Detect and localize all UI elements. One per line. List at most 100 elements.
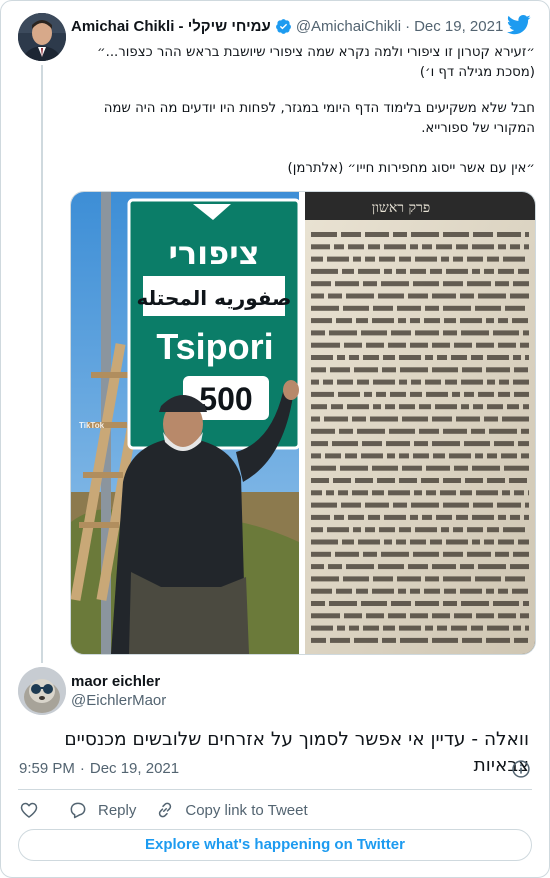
print-line-segment: [311, 416, 320, 422]
quoted-tweet-line-4: חבל שלא משקיעים בלימוד הדף היומי במגזר, …: [103, 101, 535, 116]
sign-latin-text: Tsipori: [156, 326, 273, 367]
print-line-segment: [373, 404, 381, 410]
print-line-segment: [311, 502, 337, 508]
print-line-segment: [413, 551, 439, 557]
print-line-segment: [411, 379, 421, 385]
print-line-segment: [373, 379, 395, 385]
print-line-segment: [524, 514, 529, 520]
print-line-segment: [352, 416, 366, 422]
reply-date[interactable]: Dec 19, 2021: [90, 760, 179, 777]
print-line-segment: [311, 441, 328, 447]
print-line-segment: [372, 318, 394, 324]
print-line-segment: [330, 367, 350, 373]
reply-author-handle[interactable]: @EichlerMaor: [71, 692, 166, 709]
print-line-segment: [384, 539, 392, 545]
print-line-segment: [512, 318, 528, 324]
print-line-segment: [379, 256, 395, 262]
print-line-segment: [476, 490, 498, 496]
print-line-segment: [311, 379, 319, 385]
print-line-segment: [419, 404, 431, 410]
print-line-segment: [493, 330, 519, 336]
print-line-segment: [402, 416, 428, 422]
print-line-segment: [373, 305, 393, 311]
print-line-segment: [311, 453, 321, 459]
quoted-author-name[interactable]: Amichai Chikli - עמיחי שיקלי: [71, 18, 271, 35]
copy-link-button[interactable]: Copy link to Tweet: [155, 800, 308, 820]
print-line-segment: [402, 465, 422, 471]
print-line-segment: [311, 601, 325, 606]
print-line-segment: [472, 539, 480, 545]
print-line-segment: [400, 637, 428, 643]
tweet-media-collage[interactable]: ציפורי صفوريه المحتله Tsipori 500 TikTok…: [70, 191, 536, 655]
print-line-segment: [382, 637, 396, 643]
print-line-segment: [332, 441, 358, 447]
quoted-author-handle[interactable]: @AmichaiChikli: [296, 18, 401, 35]
print-line-segment: [475, 576, 501, 582]
print-line-segment: [335, 281, 359, 287]
print-line-segment: [460, 293, 474, 299]
print-line-segment: [408, 293, 428, 299]
print-line-segment: [388, 490, 410, 496]
reply-author-avatar[interactable]: [18, 667, 66, 715]
media-illustration: ציפורי صفوريه المحتله Tsipori 500 TikTok…: [71, 192, 535, 654]
reply-timestamp[interactable]: 9:59 PM · Dec 19, 2021: [19, 760, 179, 777]
print-line-segment: [331, 404, 343, 410]
print-line-segment: [430, 539, 442, 545]
info-icon[interactable]: [511, 759, 531, 779]
print-line-segment: [487, 404, 503, 410]
print-line-segment: [432, 637, 458, 643]
print-line-segment: [410, 342, 428, 348]
print-line-segment: [415, 527, 437, 533]
print-line-segment: [443, 478, 461, 483]
print-line-segment: [389, 428, 415, 434]
print-line-segment: [502, 416, 529, 422]
print-line-segment: [498, 588, 508, 594]
print-line-segment: [444, 318, 456, 324]
sign-photo: ציפורי صفوريه المحتله Tsipori 500 TikTok: [71, 192, 301, 654]
quoted-author-avatar[interactable]: [18, 13, 66, 61]
print-line-segment: [340, 465, 368, 471]
print-line-segment: [354, 367, 378, 373]
print-line-segment: [379, 527, 395, 533]
print-line-segment: [443, 428, 467, 434]
print-line-segment: [398, 588, 406, 594]
print-line-segment: [443, 232, 469, 237]
print-line-segment: [514, 637, 528, 643]
separator-dot: ·: [79, 760, 85, 777]
print-line-segment: [399, 256, 411, 262]
print-line-segment: [497, 232, 521, 237]
print-line-segment: [311, 478, 329, 483]
print-line-segment: [311, 342, 340, 348]
explore-twitter-button[interactable]: Explore what's happening on Twitter: [18, 829, 532, 861]
print-line-segment: [378, 293, 404, 299]
print-line-segment: [525, 355, 529, 360]
print-line-segment: [365, 527, 375, 533]
print-line-segment: [357, 379, 369, 385]
print-line-segment: [487, 379, 495, 385]
print-line-segment: [484, 416, 498, 422]
print-line-segment: [451, 625, 467, 631]
print-line-segment: [432, 564, 456, 570]
print-line-segment: [411, 502, 439, 508]
print-line-segment: [325, 453, 341, 459]
reply-time[interactable]: 9:59 PM: [19, 760, 75, 777]
print-line-segment: [523, 601, 529, 606]
like-button[interactable]: [19, 800, 49, 820]
print-line-segment: [353, 256, 361, 262]
print-line-segment: [411, 232, 439, 237]
print-line-segment: [449, 453, 471, 459]
tweet-actions: Reply Copy link to Tweet: [19, 799, 327, 821]
reply-author-name[interactable]: maor eichler: [71, 673, 160, 690]
quoted-tweet-date[interactable]: Dec 19, 2021: [414, 18, 503, 35]
print-line-segment: [384, 244, 406, 250]
print-line-segment: [363, 625, 379, 631]
twitter-bird-icon[interactable]: [507, 15, 531, 35]
reply-button[interactable]: Reply: [68, 800, 136, 820]
print-line-segment: [410, 244, 418, 250]
print-line-segment: [525, 625, 529, 631]
print-line-segment: [397, 576, 421, 582]
print-line-segment: [426, 490, 436, 496]
print-line-segment: [446, 268, 468, 274]
print-line-segment: [329, 601, 357, 606]
print-line-segment: [377, 478, 395, 483]
